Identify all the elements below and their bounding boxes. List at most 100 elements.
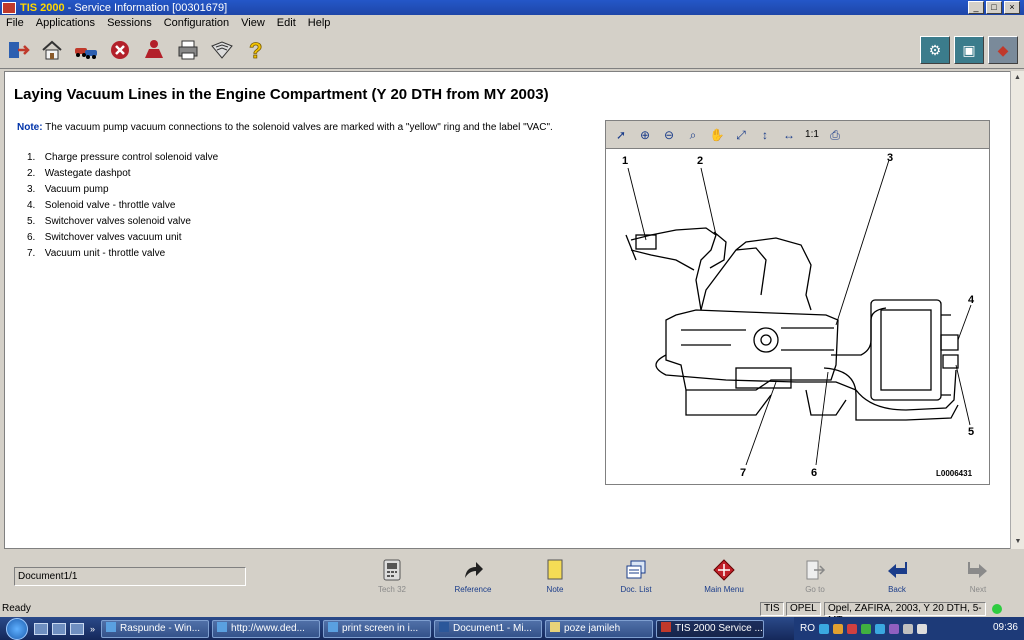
close-button[interactable]: × [1004, 1, 1020, 14]
quicklaunch-icon[interactable] [52, 622, 66, 635]
list-item-number: 3. [27, 184, 36, 195]
note-text: The vacuum pump vacuum connections to th… [45, 122, 553, 133]
callout-1: 1 [622, 155, 628, 167]
main-menu-label: Main Menu [704, 585, 744, 594]
vacuum-line-c [823, 367, 959, 421]
menu-configuration[interactable]: Configuration [158, 17, 235, 29]
list-item: 6. Switchover valves vacuum unit [27, 232, 218, 248]
list-item-label: Switchover valves vacuum unit [44, 232, 182, 243]
engine-diagram: 1 2 3 4 5 6 7 L0006431 [622, 152, 975, 479]
hand-icon[interactable]: ✋ [708, 126, 726, 144]
taskbar-item[interactable]: http://www.ded... [212, 619, 321, 638]
actual-size-button[interactable]: 1:1 [804, 126, 820, 144]
doc-list-button[interactable]: Doc. List [606, 559, 666, 594]
tray-icon[interactable] [889, 623, 899, 634]
tray-icon[interactable] [861, 623, 871, 634]
list-item: 7. Vacuum unit - throttle valve [27, 248, 218, 264]
app-icon [2, 1, 16, 14]
menu-file[interactable]: File [0, 17, 30, 29]
viewer-toolbar: ➚ ⊕ ⊖ ⌕ ✋ ⤢ ↕ ↔ 1:1 ⎙ [606, 121, 989, 149]
start-icon[interactable] [6, 617, 28, 640]
quicklaunch-icon[interactable] [70, 622, 84, 635]
main-menu-icon [713, 559, 735, 581]
status-cell-make: OPEL [786, 602, 821, 616]
list-item-number: 6. [27, 232, 36, 243]
menu-sessions[interactable]: Sessions [101, 17, 158, 29]
next-button[interactable]: Next [948, 559, 1008, 594]
printer-icon[interactable] [174, 36, 202, 64]
fit-page-icon[interactable]: ⤢ [732, 126, 750, 144]
window-controls: _ □ × [968, 1, 1020, 14]
note-button[interactable]: Note [525, 559, 585, 594]
tray-icon[interactable] [847, 623, 857, 634]
app-name: TIS 2000 [20, 1, 65, 14]
vertical-scrollbar[interactable]: ▲ ▼ [1010, 71, 1024, 549]
zoom-icon[interactable]: ⌕ [684, 126, 702, 144]
vehicle-icon[interactable]: ▣ [954, 36, 984, 64]
cars-icon[interactable] [72, 36, 100, 64]
title-separator: - [67, 1, 72, 14]
callout-2: 2 [697, 155, 703, 167]
reference-label: Reference [454, 585, 492, 594]
folder-icon [550, 621, 561, 632]
taskbar-item-label: TIS 2000 Service ... [675, 622, 763, 634]
fit-height-icon[interactable]: ↕ [756, 126, 774, 144]
scroll-up-icon[interactable]: ▲ [1011, 71, 1024, 85]
taskbar-item[interactable]: Document1 - Mi... [434, 619, 543, 638]
menu-applications[interactable]: Applications [30, 17, 101, 29]
taskbar-item[interactable]: poze jamileh [545, 619, 654, 638]
callout-7: 7 [740, 467, 746, 479]
maximize-button[interactable]: □ [986, 1, 1002, 14]
volume-icon[interactable] [917, 623, 927, 634]
main-menu-button[interactable]: Main Menu [694, 559, 754, 594]
taskbar-item-active[interactable]: TIS 2000 Service ... [656, 619, 765, 638]
back-button[interactable]: Back [867, 559, 927, 594]
taskbar-item[interactable]: print screen in i... [323, 619, 432, 638]
book-icon[interactable] [208, 36, 236, 64]
tray-icon[interactable] [833, 623, 843, 634]
minimize-button[interactable]: _ [968, 1, 984, 14]
help-icon[interactable]: ? [242, 36, 270, 64]
car-red-icon[interactable]: ◆ [988, 36, 1018, 64]
taskbar-item[interactable]: Raspunde - Win... [101, 619, 210, 638]
ie-icon [217, 621, 228, 632]
status-indicator-icon [992, 604, 1002, 614]
language-indicator[interactable]: RO [800, 623, 815, 634]
list-item-label: Vacuum unit - throttle valve [44, 248, 166, 259]
valve-4 [940, 334, 959, 351]
ie-icon [106, 621, 117, 632]
zoom-in-icon[interactable]: ⊕ [636, 126, 654, 144]
clock[interactable]: 09:36 [993, 622, 1018, 633]
reference-button[interactable]: Reference [443, 559, 503, 594]
person-icon[interactable] [140, 36, 168, 64]
stop-icon[interactable] [106, 36, 134, 64]
fit-width-icon[interactable]: ↔ [780, 126, 798, 144]
taskbar-item-label: Document1 - Mi... [453, 622, 532, 634]
goto-label: Go to [805, 585, 825, 594]
show-desktop-icon[interactable] [34, 622, 48, 635]
menu-view[interactable]: View [235, 17, 271, 29]
printer-icon[interactable]: ⎙ [826, 126, 844, 144]
tray-icon[interactable] [903, 623, 913, 634]
tech32-button[interactable]: Tech 32 [362, 559, 422, 594]
exit-icon[interactable] [4, 36, 32, 64]
taskbar-item-label: Raspunde - Win... [120, 622, 201, 634]
tech-scan-icon[interactable]: ⚙ [920, 36, 950, 64]
taskbar-item-label: print screen in i... [342, 622, 419, 634]
home-icon[interactable] [38, 36, 66, 64]
goto-button[interactable]: Go to [785, 559, 845, 594]
tray-icon[interactable] [819, 623, 829, 634]
pointer-icon[interactable]: ➚ [612, 126, 630, 144]
menu-help[interactable]: Help [302, 17, 337, 29]
tray-icon[interactable] [875, 623, 885, 634]
window-title: Service Information [00301679] [74, 1, 228, 14]
menu-edit[interactable]: Edit [271, 17, 302, 29]
list-item-label: Switchover valves solenoid valve [44, 216, 191, 227]
list-item-number: 2. [27, 168, 36, 179]
scroll-down-icon[interactable]: ▼ [1011, 535, 1024, 549]
chevron-icon[interactable]: » [90, 624, 95, 634]
zoom-out-icon[interactable]: ⊖ [660, 126, 678, 144]
goto-icon [804, 559, 826, 581]
os-taskbar: » Raspunde - Win... http://www.ded... pr… [0, 617, 1024, 640]
tis-icon [661, 621, 672, 632]
